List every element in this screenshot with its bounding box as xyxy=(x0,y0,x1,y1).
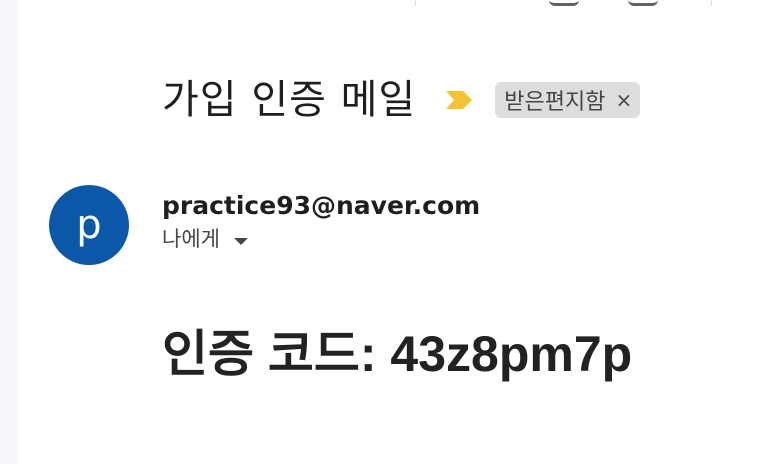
toolbar-remnant xyxy=(0,0,779,6)
sender-info: practice93@naver.com 나에게 xyxy=(162,189,480,253)
label-chip-inbox: 받은편지함 × xyxy=(495,82,641,118)
sender-block: p practice93@naver.com 나에게 xyxy=(49,185,480,265)
recipient-details-toggle[interactable]: 나에게 xyxy=(162,225,480,253)
email-subject: 가입 인증 메일 xyxy=(162,77,417,123)
toolbar-icon-fragment[interactable] xyxy=(549,0,579,6)
sender-avatar[interactable]: p xyxy=(49,185,129,265)
toolbar-divider xyxy=(415,0,416,6)
subject-header: 가입 인증 메일 받은편지함 × xyxy=(162,70,641,130)
label-remove-icon[interactable]: × xyxy=(615,88,632,112)
email-body-verification-code: 인증 코드: 43z8pm7p xyxy=(162,326,633,382)
toolbar-icon-fragment[interactable] xyxy=(628,0,658,6)
chevron-down-icon[interactable] xyxy=(233,237,248,245)
important-marker-icon[interactable] xyxy=(446,91,473,109)
left-panel-edge xyxy=(0,0,18,464)
recipient-text: 나에게 xyxy=(162,227,220,251)
label-chip-text: 받은편지함 xyxy=(504,90,606,115)
sender-email[interactable]: practice93@naver.com xyxy=(162,189,480,223)
toolbar-divider xyxy=(711,0,712,6)
